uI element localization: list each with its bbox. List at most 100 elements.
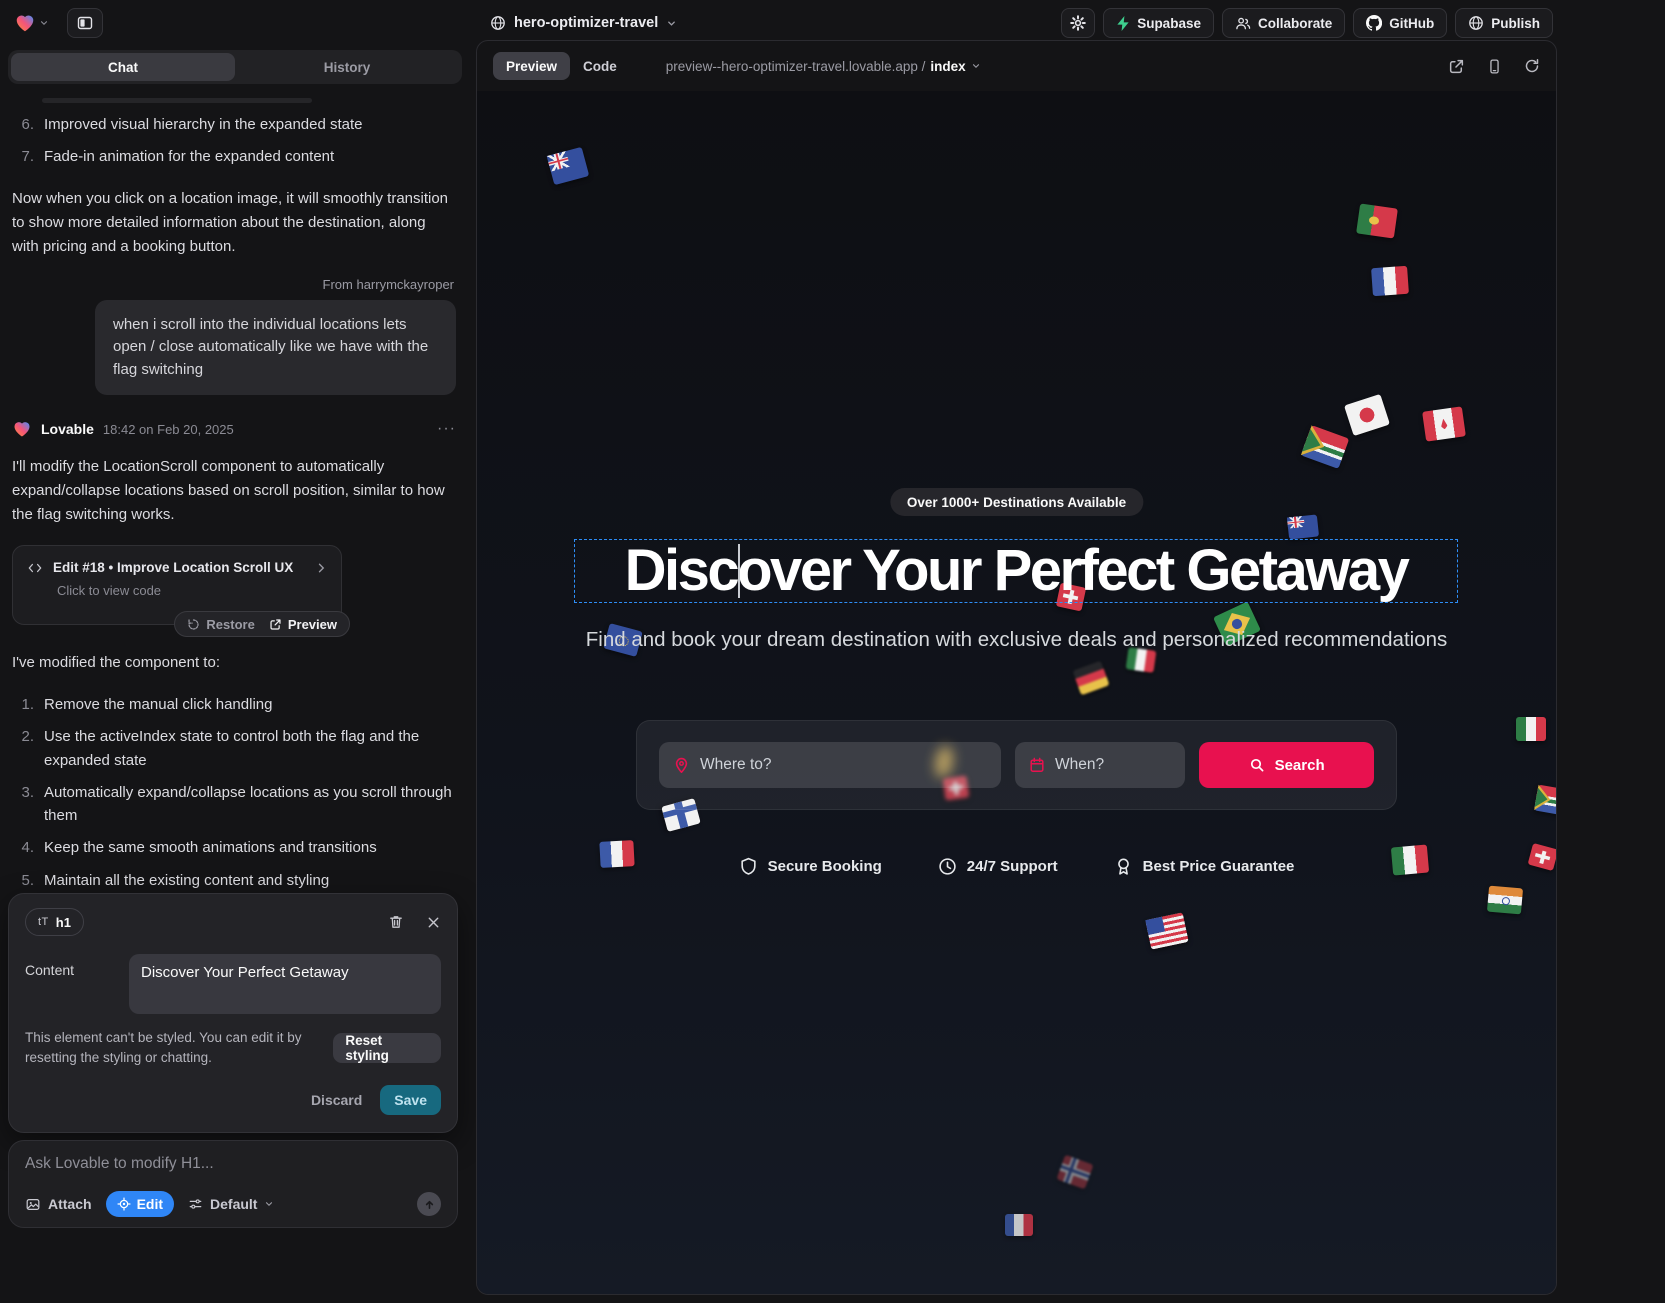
- lovable-logo-menu[interactable]: [14, 12, 49, 34]
- attach-label: Attach: [48, 1196, 92, 1212]
- mode-select[interactable]: Default: [188, 1196, 274, 1212]
- trash-icon[interactable]: [388, 914, 404, 930]
- tab-preview[interactable]: Preview: [493, 52, 570, 80]
- lovable-heart-icon: [12, 419, 32, 439]
- list-text: Remove the manual click handling: [44, 693, 272, 716]
- open-external-button[interactable]: [1448, 58, 1465, 75]
- publish-button[interactable]: Publish: [1455, 8, 1553, 38]
- github-icon: [1366, 15, 1382, 31]
- search-button[interactable]: Search: [1199, 742, 1374, 788]
- when-input[interactable]: [1055, 756, 1171, 774]
- globe-icon: [490, 15, 506, 31]
- japan-flag: [1344, 394, 1390, 436]
- sidebar-toggle-button[interactable]: [67, 8, 103, 38]
- list-number: 2.: [12, 725, 44, 772]
- list-item: 7. Fade-in animation for the expanded co…: [12, 145, 456, 168]
- restore-label: Restore: [206, 617, 254, 632]
- styling-note: This element can't be styled. You can ed…: [25, 1028, 323, 1069]
- list-number: 7.: [12, 145, 44, 168]
- sliders-icon: [188, 1197, 203, 1211]
- tab-chat[interactable]: Chat: [11, 53, 235, 81]
- collaborate-label: Collaborate: [1258, 16, 1332, 31]
- new-zealand-flag: [1287, 514, 1319, 539]
- mode-label: Default: [210, 1196, 257, 1212]
- chevron-down-icon: [666, 18, 677, 29]
- list-text: Automatically expand/collapse locations …: [44, 781, 456, 828]
- preview-url[interactable]: preview--hero-optimizer-travel.lovable.a…: [666, 59, 981, 74]
- feature-label: Best Price Guarantee: [1143, 858, 1295, 875]
- tab-history[interactable]: History: [235, 53, 459, 81]
- norway-flag: [1056, 1155, 1093, 1190]
- restore-button[interactable]: Restore: [187, 617, 254, 632]
- collaborate-button[interactable]: Collaborate: [1222, 8, 1345, 38]
- search-label: Search: [1275, 757, 1325, 774]
- where-input[interactable]: [700, 756, 987, 774]
- text-type-icon: tT: [38, 916, 49, 928]
- edit-version-card[interactable]: Edit #18 • Improve Location Scroll UX Cl…: [12, 545, 342, 625]
- mexico-flag: [1516, 717, 1546, 741]
- edit-mode-button[interactable]: Edit: [106, 1191, 174, 1217]
- chat-sidebar: Chat History 6. Improved visual hierarch…: [0, 46, 470, 1303]
- supabase-bolt-icon: [1116, 16, 1130, 31]
- settings-button[interactable]: [1061, 8, 1095, 38]
- chat-message-list[interactable]: 6. Improved visual hierarchy in the expa…: [0, 90, 470, 935]
- usa-flag: [1145, 912, 1188, 949]
- close-icon[interactable]: [426, 915, 441, 930]
- url-page: index: [930, 59, 965, 74]
- discard-button[interactable]: Discard: [311, 1092, 362, 1108]
- restore-preview-pill: Restore Preview: [174, 611, 350, 637]
- preview-button[interactable]: Preview: [269, 617, 337, 632]
- supabase-label: Supabase: [1137, 16, 1201, 31]
- list-number: 4.: [12, 836, 44, 859]
- tab-code[interactable]: Code: [570, 52, 630, 80]
- user-message-bubble: when i scroll into the individual locati…: [95, 300, 456, 396]
- chevron-down-icon[interactable]: [971, 61, 981, 71]
- feature-label: Secure Booking: [768, 858, 882, 875]
- list-text: Maintain all the existing content and st…: [44, 869, 329, 892]
- chevron-right-icon: [315, 562, 327, 574]
- reset-styling-button[interactable]: Reset styling: [333, 1033, 441, 1063]
- element-editor-panel: tT h1 Content Discover Your Perfect Geta…: [8, 893, 458, 1133]
- send-button[interactable]: [417, 1192, 441, 1216]
- save-button[interactable]: Save: [380, 1085, 441, 1115]
- refresh-button[interactable]: [1524, 58, 1540, 74]
- content-label: Content: [25, 954, 129, 1014]
- message-more-menu[interactable]: ···: [437, 424, 456, 434]
- list-text: Fade-in animation for the expanded conte…: [44, 145, 334, 168]
- headline-selection-box[interactable]: Discover Your Perfect Getaway: [574, 539, 1458, 603]
- restore-icon: [187, 618, 200, 631]
- page-headline[interactable]: Discover Your Perfect Getaway: [625, 542, 1408, 600]
- selected-element-tag[interactable]: tT h1: [25, 908, 84, 936]
- flags-layer: [477, 91, 1556, 1295]
- edit-card-title: Edit #18 • Improve Location Scroll UX: [53, 560, 305, 575]
- germany-flag: [1072, 661, 1109, 696]
- when-field[interactable]: [1015, 742, 1185, 788]
- chevron-down-icon: [39, 18, 49, 28]
- award-icon: [1114, 857, 1133, 876]
- where-field[interactable]: [659, 742, 1001, 788]
- supabase-button[interactable]: Supabase: [1103, 8, 1214, 38]
- search-card: Search: [636, 720, 1397, 810]
- panel-layout-icon: [77, 15, 93, 31]
- mobile-view-button[interactable]: [1487, 58, 1502, 75]
- attach-button[interactable]: Attach: [25, 1196, 92, 1212]
- chat-input[interactable]: [25, 1155, 441, 1173]
- message-timestamp: 18:42 on Feb 20, 2025: [103, 422, 234, 437]
- australia-flag: [547, 147, 590, 185]
- code-icon: [27, 561, 43, 575]
- github-button[interactable]: GitHub: [1353, 8, 1447, 38]
- feature-label: 24/7 Support: [967, 858, 1058, 875]
- content-input[interactable]: Discover Your Perfect Getaway: [129, 954, 441, 1014]
- list-number: 1.: [12, 693, 44, 716]
- target-icon: [117, 1197, 131, 1211]
- location-pin-icon: [673, 757, 690, 774]
- rendered-page: Over 1000+ Destinations Available Discov…: [477, 91, 1556, 1295]
- destinations-badge: Over 1000+ Destinations Available: [890, 488, 1143, 516]
- assistant-name: Lovable: [41, 421, 94, 437]
- france-flag: [1371, 266, 1409, 296]
- page-subtitle: Find and book your dream destination wit…: [477, 628, 1556, 652]
- preview-panel: Preview Code preview--hero-optimizer-tra…: [476, 40, 1557, 1295]
- clipped-text-line: [42, 98, 312, 103]
- feature-secure-booking: Secure Booking: [739, 857, 882, 876]
- list-text: Keep the same smooth animations and tran…: [44, 836, 377, 859]
